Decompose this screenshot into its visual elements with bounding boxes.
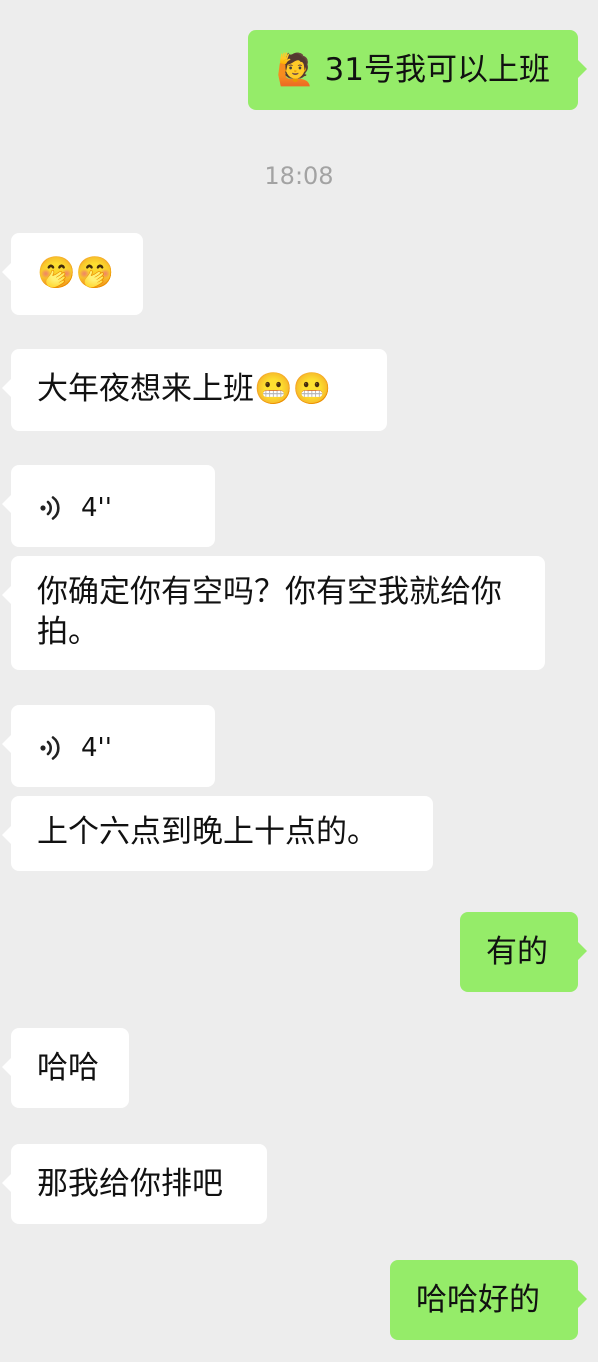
- chat-bubble-outgoing[interactable]: 有的: [460, 912, 587, 992]
- voice-duration: 4'': [81, 733, 112, 763]
- message-text: 🙋 31号我可以上班: [276, 52, 550, 88]
- chat-bubble-incoming[interactable]: 上个六点到晚上十点的。: [2, 796, 433, 871]
- message-text: 🤭🤭: [37, 255, 115, 291]
- message-text: 上个六点到晚上十点的。: [37, 814, 378, 850]
- voice-row: 4'': [37, 489, 189, 527]
- chat-bubble-incoming[interactable]: 你确定你有空吗？你有空我就给你拍。: [2, 556, 545, 670]
- message-text: 那我给你排吧: [37, 1166, 223, 1202]
- message-text: 哈哈好的: [416, 1282, 540, 1318]
- chat-bubble-incoming[interactable]: 哈哈: [2, 1028, 129, 1108]
- voice-wave-icon: [40, 496, 60, 520]
- chat-bubble-incoming[interactable]: 大年夜想来上班😬😬: [2, 349, 387, 431]
- voice-message-bubble[interactable]: 4'': [2, 465, 215, 547]
- voice-row: 4'': [37, 729, 189, 767]
- message-text: 你确定你有空吗？你有空我就给你拍。: [37, 574, 502, 650]
- chat-bubble-incoming[interactable]: 🤭🤭: [2, 233, 143, 315]
- voice-duration: 4'': [81, 493, 112, 523]
- timestamp: 18:08: [264, 162, 334, 190]
- message-text: 有的: [486, 934, 548, 970]
- voice-message-bubble[interactable]: 4'': [2, 705, 215, 787]
- chat-bubble-outgoing[interactable]: 🙋 31号我可以上班: [248, 30, 587, 110]
- message-text: 哈哈: [37, 1050, 99, 1086]
- message-text: 大年夜想来上班😬😬: [37, 371, 332, 407]
- voice-wave-icon: [40, 736, 60, 760]
- chat-bubble-incoming[interactable]: 那我给你排吧: [2, 1144, 267, 1224]
- chat-bubble-outgoing[interactable]: 哈哈好的: [390, 1260, 587, 1340]
